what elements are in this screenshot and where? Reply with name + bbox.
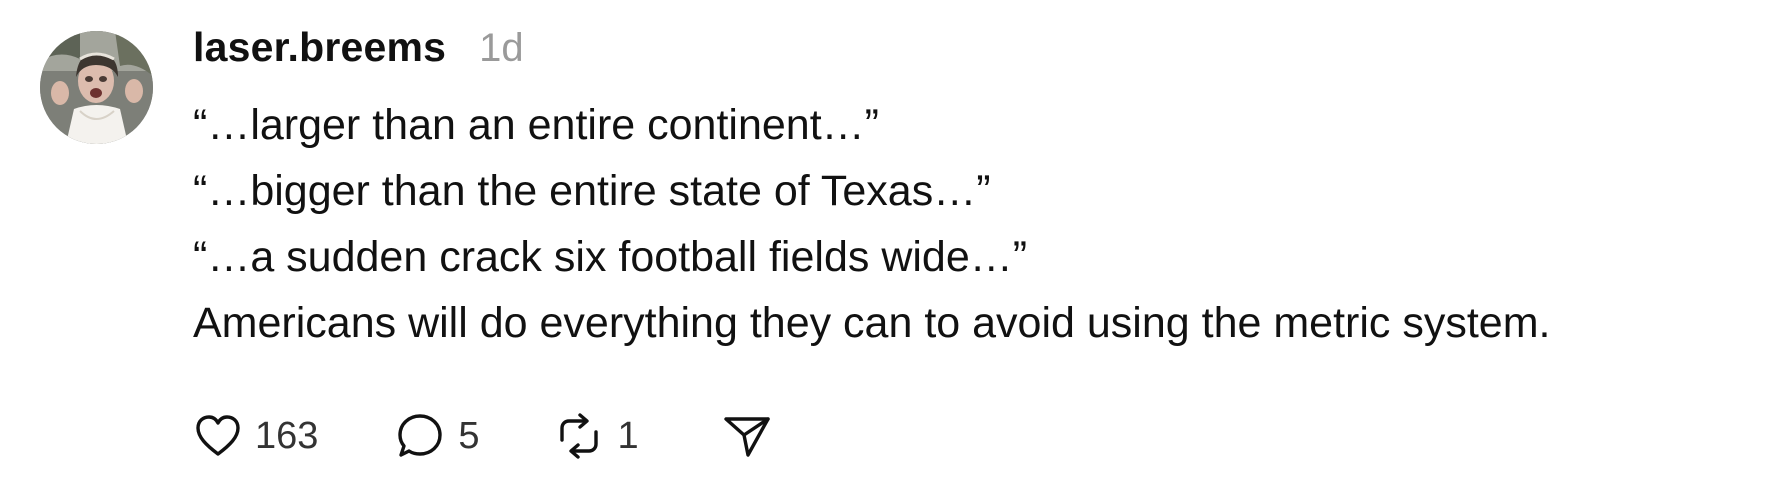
post-text-line: Americans will do everything they can to… <box>193 299 1551 347</box>
repost-icon <box>559 413 598 459</box>
timestamp: 1d <box>479 26 524 70</box>
repost-count: 1 <box>617 414 639 457</box>
post-text-line: “…bigger than the entire state of Texas…… <box>193 167 991 215</box>
post-body: “…larger than an entire continent…” “…bi… <box>193 92 1748 356</box>
post-content: laser.breems 1d “…larger than an entire … <box>193 24 1748 356</box>
post-header: laser.breems 1d <box>193 24 1748 84</box>
share-button[interactable] <box>721 411 773 461</box>
post-text-line: “…a sudden crack six football fields wid… <box>193 233 1028 281</box>
repost-button[interactable]: 1 <box>552 410 639 462</box>
username[interactable]: laser.breems <box>193 24 446 71</box>
paper-plane-icon <box>723 417 770 457</box>
speech-bubble-icon <box>398 414 443 457</box>
heart-icon <box>196 415 240 456</box>
avatar[interactable] <box>40 31 153 144</box>
reply-count: 5 <box>458 414 480 457</box>
post-card: laser.breems 1d “…larger than an entire … <box>0 0 1788 496</box>
like-button[interactable]: 163 <box>193 411 318 461</box>
post-text-line: “…larger than an entire continent…” <box>193 101 879 149</box>
like-count: 163 <box>255 414 319 457</box>
post-actions: 163 5 1 <box>193 406 773 466</box>
reply-button[interactable]: 5 <box>394 410 480 462</box>
avatar-image <box>40 31 153 144</box>
